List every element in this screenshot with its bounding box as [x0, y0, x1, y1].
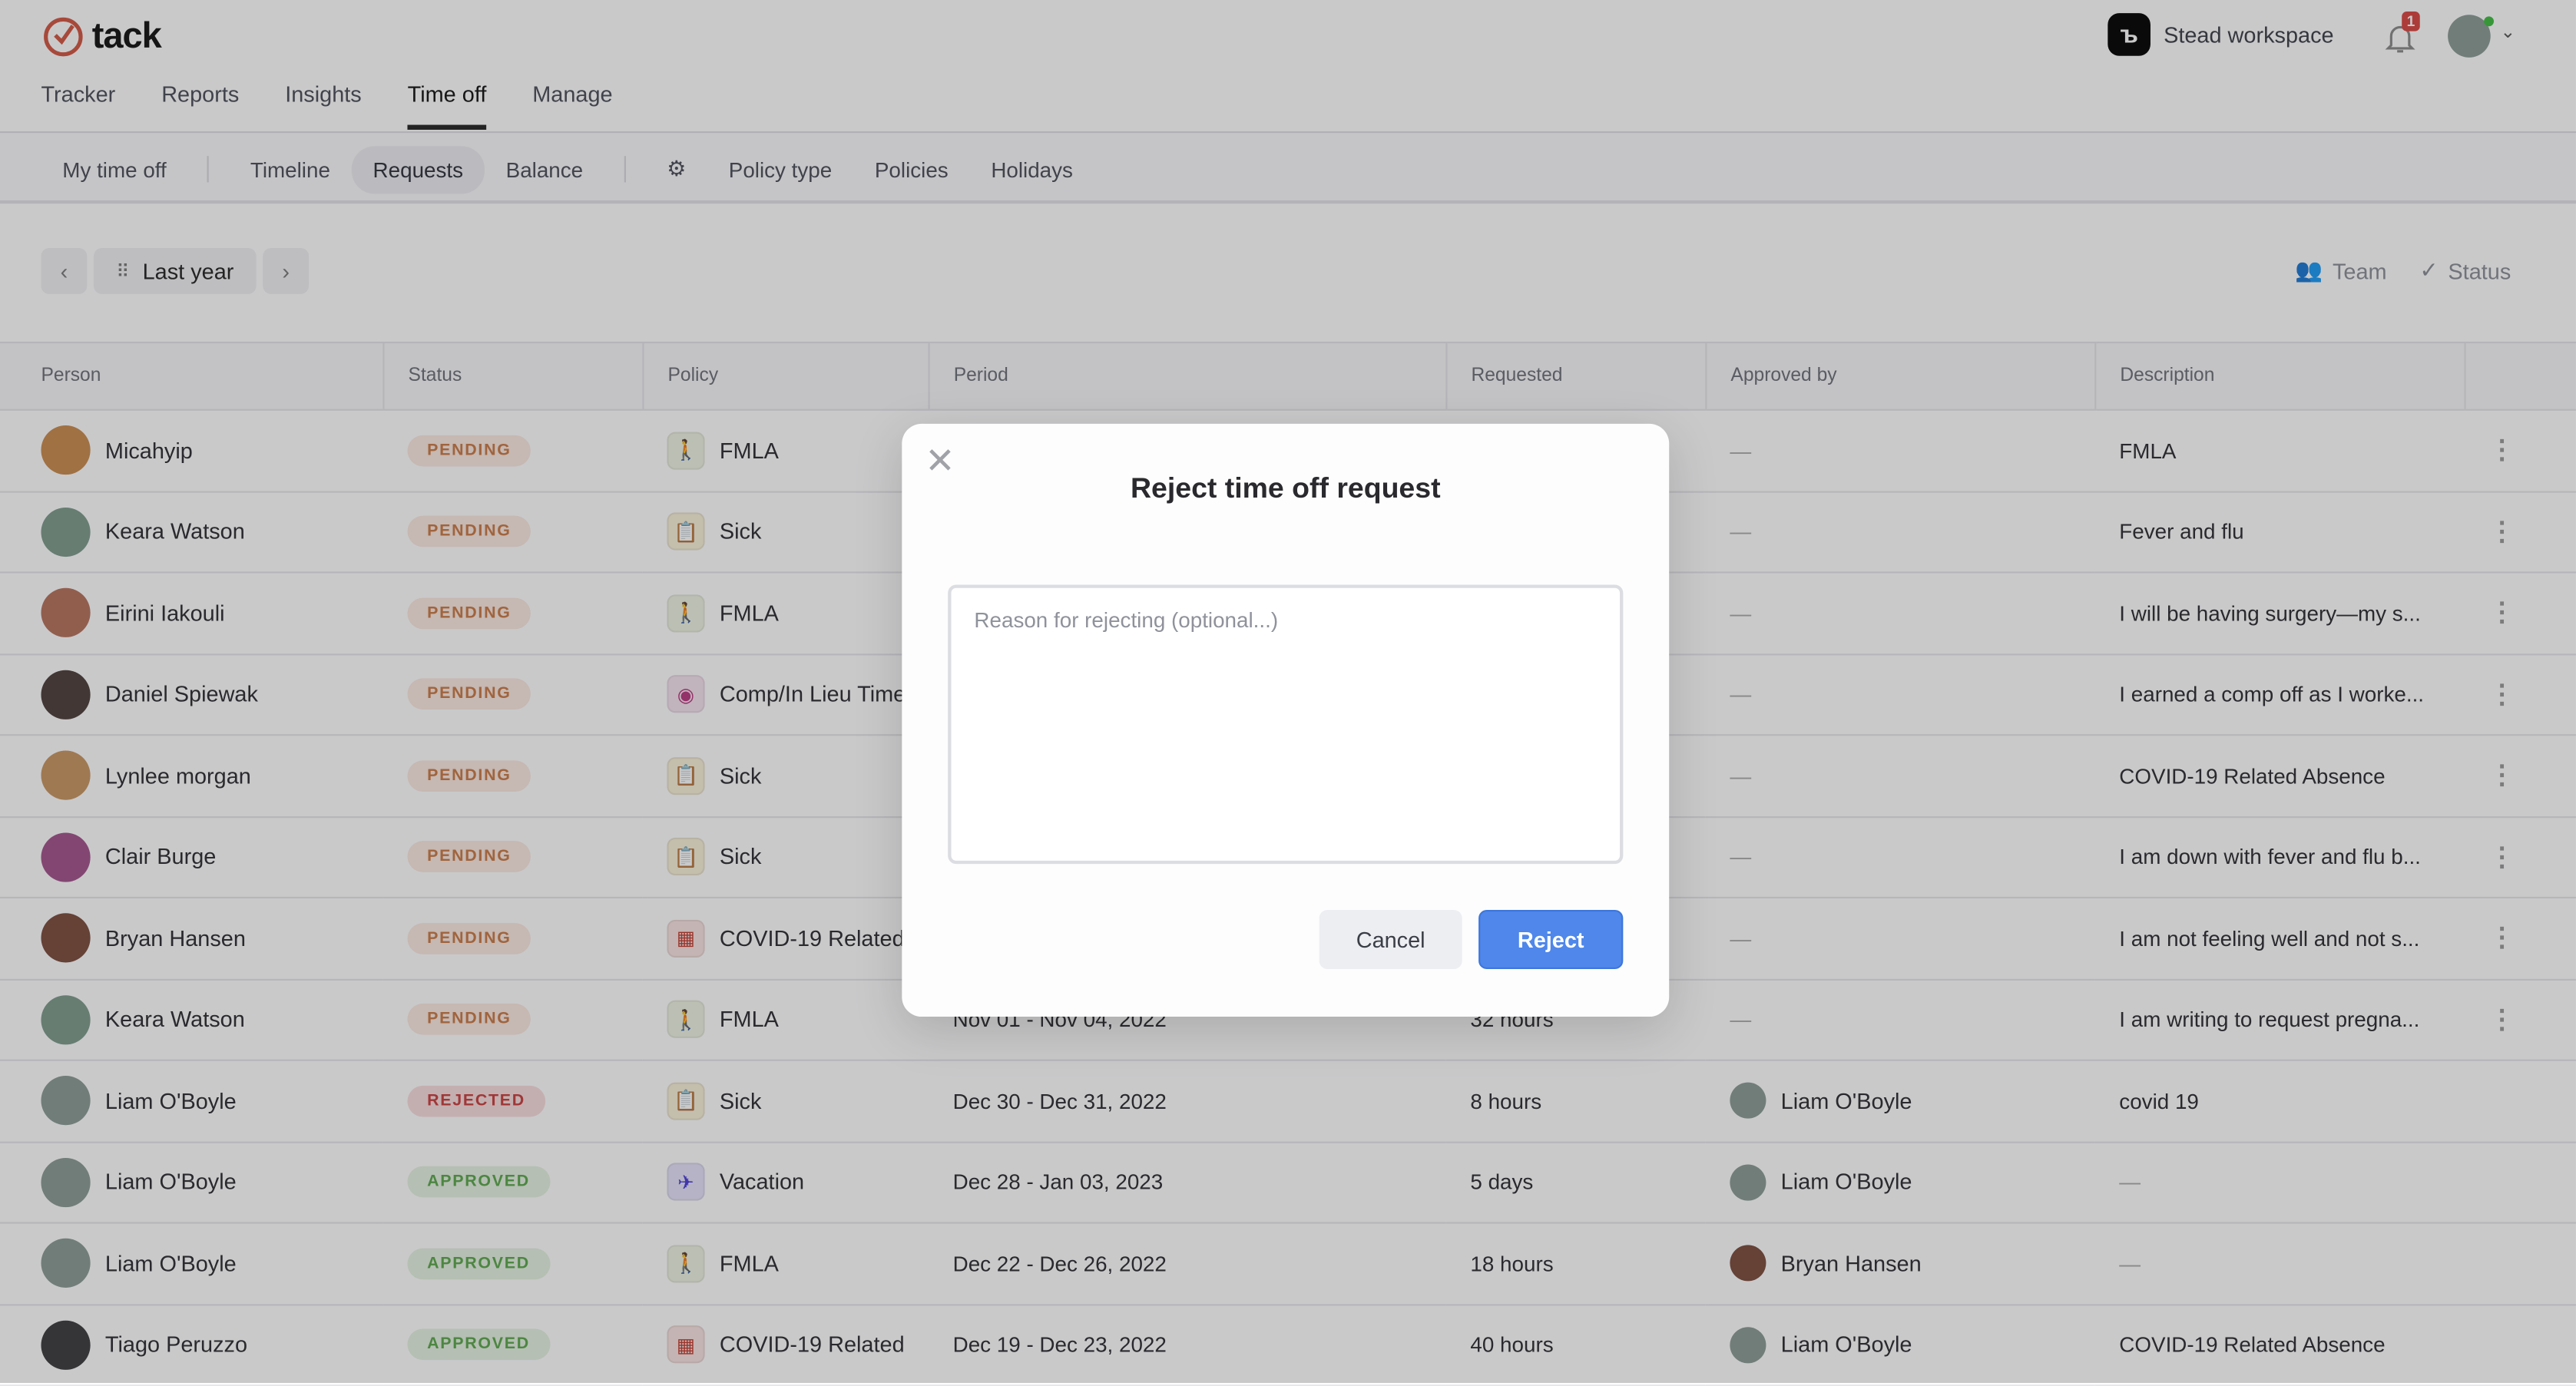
reject-request-dialog: ✕ Reject time off request Cancel Reject	[902, 423, 1670, 1017]
dialog-title: Reject time off request	[1130, 471, 1441, 504]
reject-button[interactable]: Reject	[1478, 910, 1624, 970]
cancel-button[interactable]: Cancel	[1319, 910, 1462, 970]
reject-reason-input[interactable]	[948, 584, 1624, 865]
page: tack Tracker Reports Insights Time off Manag…	[0, 0, 2576, 1386]
